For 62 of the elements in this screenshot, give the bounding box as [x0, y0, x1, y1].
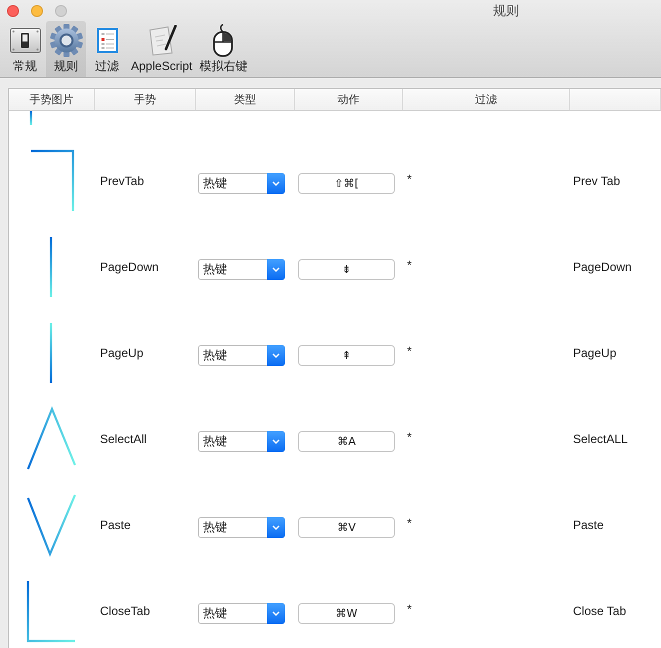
type-dropdown[interactable]: 热键: [198, 430, 285, 452]
filter-text: *: [407, 602, 412, 616]
type-dropdown[interactable]: 热键: [198, 516, 285, 538]
label-text: PageUp: [573, 346, 616, 360]
toolbar-button[interactable]: 模拟右键: [196, 21, 250, 77]
chevron-icon: [267, 172, 285, 194]
label-text: Paste: [573, 518, 604, 532]
mouse-icon: [213, 24, 234, 57]
list-document-icon: [96, 28, 118, 53]
gesture-name: PageDown: [100, 260, 159, 274]
chevron-icon: [267, 430, 285, 452]
chevron-icon: [267, 344, 285, 366]
type-dropdown[interactable]: 热键: [198, 602, 285, 624]
gesture-name: PrevTab: [100, 174, 144, 188]
paper-pen-icon: [146, 25, 177, 56]
shortcut-button[interactable]: ⌘A: [298, 430, 395, 452]
column-header[interactable]: 动作: [338, 92, 360, 107]
type-dropdown[interactable]: 热键: [198, 344, 285, 366]
toolbar-button[interactable]: 常规: [5, 21, 45, 77]
shortcut-button[interactable]: ⌘V: [298, 516, 395, 538]
gesture-stroke-icon: [50, 323, 52, 383]
gesture-name: SelectAll: [100, 432, 147, 446]
gesture-stroke-icon: [31, 150, 74, 211]
filter-text: *: [407, 430, 412, 444]
gesture-name: CloseTab: [100, 604, 150, 618]
zoom-icon[interactable]: [55, 4, 67, 16]
column-header[interactable]: 过滤: [475, 92, 497, 107]
gesture-stroke-icon: [30, 111, 32, 125]
gesture-stroke-icon: [50, 237, 52, 297]
shortcut-button[interactable]: ⇟: [298, 258, 395, 280]
filter-text: *: [407, 516, 412, 530]
column-header[interactable]: 类型: [234, 92, 256, 107]
gesture-stroke-icon: [26, 494, 76, 557]
shortcut-button[interactable]: ⌘W: [298, 602, 395, 624]
label-text: PageDown: [573, 260, 632, 274]
label-text: Close Tab: [573, 604, 626, 618]
filter-text: *: [407, 172, 412, 186]
gesture-name: PageUp: [100, 346, 144, 360]
column-header[interactable]: 手势: [134, 92, 156, 107]
type-dropdown[interactable]: 热键: [198, 258, 285, 280]
filter-text: *: [407, 344, 412, 358]
gesture-stroke-icon: [26, 581, 75, 642]
filter-text: *: [407, 258, 412, 272]
gesture-stroke-icon: [26, 406, 76, 470]
toolbar-button[interactable]: AppleScript: [128, 21, 196, 77]
label-text: SelectALL: [573, 432, 628, 446]
chevron-icon: [267, 258, 285, 280]
shortcut-button[interactable]: ⇞: [298, 344, 395, 366]
minimize-icon[interactable]: [31, 4, 43, 16]
chevron-icon: [267, 602, 285, 624]
column-header[interactable]: 手势图片: [30, 92, 74, 107]
label-text: Prev Tab: [573, 174, 620, 188]
shortcut-button[interactable]: ⇧⌘[: [298, 172, 395, 194]
toggle-switch-icon: [10, 28, 40, 53]
chevron-icon: [267, 516, 285, 538]
toolbar-button[interactable]: 规则: [46, 21, 86, 77]
gear-icon: [50, 24, 82, 57]
toolbar-button[interactable]: 过滤: [87, 21, 127, 77]
type-dropdown[interactable]: 热键: [198, 172, 285, 194]
gesture-name: Paste: [100, 518, 131, 532]
close-icon[interactable]: [7, 4, 19, 16]
window-title: 规则: [493, 2, 519, 18]
